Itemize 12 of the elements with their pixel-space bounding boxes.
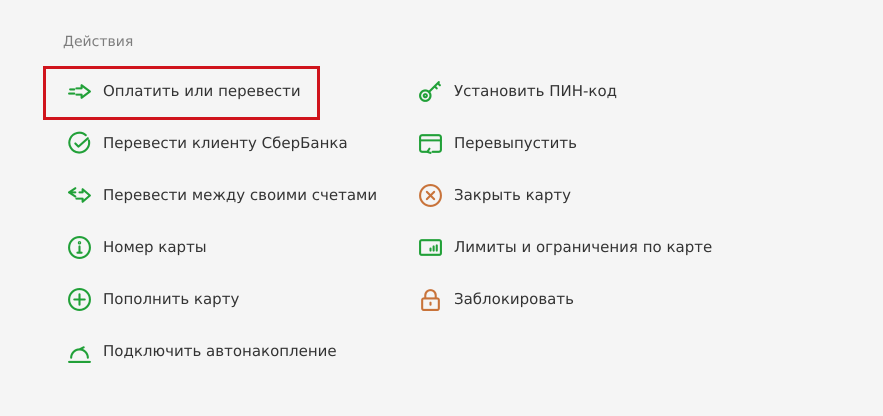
action-link[interactable]: Оплатить или перевести xyxy=(103,80,301,102)
section-title: Действия xyxy=(63,33,134,52)
action-link[interactable]: Установить ПИН-код xyxy=(454,80,618,102)
action-link[interactable]: Номер карты xyxy=(103,236,207,258)
action-link[interactable]: Перевести между своими счетами xyxy=(103,184,378,206)
action-link[interactable]: Заблокировать xyxy=(454,288,574,310)
action-link[interactable]: Перевести клиенту СберБанка xyxy=(103,132,348,154)
action-link[interactable]: Перевыпустить xyxy=(454,132,577,154)
action-link[interactable]: Пополнить карту xyxy=(103,288,240,310)
action-link[interactable]: Закрыть карту xyxy=(454,184,571,206)
action-link[interactable]: Лимиты и ограничения по карте xyxy=(454,236,712,258)
action-link[interactable]: Подключить автонакопление xyxy=(103,340,337,362)
